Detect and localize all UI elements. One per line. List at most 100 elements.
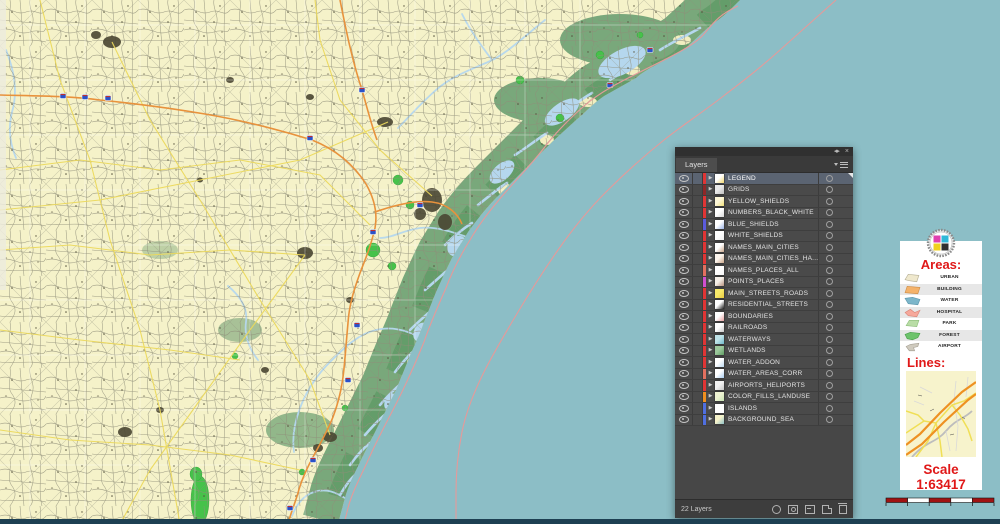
lock-column[interactable] (693, 219, 703, 230)
lock-column[interactable] (693, 230, 703, 241)
lock-column[interactable] (693, 184, 703, 195)
delete-layer-icon[interactable] (838, 503, 847, 514)
layer-row[interactable]: ▶ BOUNDARIES (675, 311, 853, 323)
target-column[interactable] (818, 184, 853, 195)
lock-column[interactable] (693, 288, 703, 299)
expand-triangle-icon[interactable]: ▶ (706, 196, 715, 207)
lock-column[interactable] (693, 322, 703, 333)
visibility-toggle[interactable] (675, 391, 693, 402)
close-panel-icon[interactable]: × (845, 148, 849, 155)
tab-layers[interactable]: Layers (676, 158, 717, 172)
lock-column[interactable] (693, 391, 703, 402)
panel-menu-icon[interactable] (834, 160, 848, 169)
visibility-toggle[interactable] (675, 322, 693, 333)
lock-column[interactable] (693, 357, 703, 368)
layer-row[interactable]: ▶ YELLOW_SHIELDS (675, 196, 853, 208)
expand-triangle-icon[interactable]: ▶ (706, 276, 715, 287)
target-column[interactable] (818, 322, 853, 333)
expand-triangle-icon[interactable]: ▶ (706, 345, 715, 356)
lock-column[interactable] (693, 403, 703, 414)
target-column[interactable] (818, 219, 853, 230)
lock-column[interactable] (693, 334, 703, 345)
target-column[interactable] (818, 242, 853, 253)
expand-triangle-icon[interactable]: ▶ (706, 184, 715, 195)
expand-triangle-icon[interactable]: ▶ (706, 414, 715, 425)
visibility-toggle[interactable] (675, 207, 693, 218)
visibility-toggle[interactable] (675, 380, 693, 391)
target-column[interactable] (818, 345, 853, 356)
visibility-toggle[interactable] (675, 230, 693, 241)
visibility-toggle[interactable] (675, 276, 693, 287)
expand-triangle-icon[interactable]: ▶ (706, 403, 715, 414)
expand-triangle-icon[interactable]: ▶ (706, 311, 715, 322)
target-column[interactable] (818, 265, 853, 276)
layer-row[interactable]: ▶ COLOR_FILLS_LANDUSE (675, 391, 853, 403)
layer-row[interactable]: ▶ NAMES_PLACES_ALL (675, 265, 853, 277)
layer-row[interactable]: ▶ WHITE_SHIELDS (675, 230, 853, 242)
target-column[interactable] (818, 368, 853, 379)
expand-triangle-icon[interactable]: ▶ (706, 368, 715, 379)
lock-column[interactable] (693, 345, 703, 356)
lock-column[interactable] (693, 207, 703, 218)
lock-column[interactable] (693, 242, 703, 253)
target-column[interactable] (818, 230, 853, 241)
visibility-toggle[interactable] (675, 311, 693, 322)
lock-column[interactable] (693, 173, 703, 184)
target-column[interactable] (818, 414, 853, 425)
lock-column[interactable] (693, 311, 703, 322)
expand-triangle-icon[interactable]: ▶ (706, 299, 715, 310)
target-column[interactable] (818, 299, 853, 310)
layer-row[interactable]: ▶ ISLANDS (675, 403, 853, 415)
visibility-toggle[interactable] (675, 345, 693, 356)
target-column[interactable] (818, 391, 853, 402)
layer-row[interactable]: ▶ RAILROADS (675, 322, 853, 334)
new-sublayer-icon[interactable] (805, 504, 815, 514)
lock-column[interactable] (693, 414, 703, 425)
legend-panel[interactable]: Areas: URBAN BUILDING WATER HOSPITAL PARK FOR… (900, 228, 982, 492)
layer-row[interactable]: ▶ NAMES_MAIN_CITIES_HA... (675, 253, 853, 265)
lock-column[interactable] (693, 299, 703, 310)
expand-triangle-icon[interactable]: ▶ (706, 242, 715, 253)
lock-column[interactable] (693, 276, 703, 287)
collapse-panel-icon[interactable]: ◂▸ (834, 148, 840, 155)
expand-triangle-icon[interactable]: ▶ (706, 322, 715, 333)
visibility-toggle[interactable] (675, 253, 693, 264)
layer-row[interactable]: ▶ MAIN_STREETS_ROADS (675, 288, 853, 300)
new-layer-icon[interactable] (822, 504, 832, 514)
expand-triangle-icon[interactable]: ▶ (706, 207, 715, 218)
target-column[interactable] (818, 334, 853, 345)
layer-row[interactable]: ▶ NAMES_MAIN_CITIES (675, 242, 853, 254)
target-column[interactable] (818, 207, 853, 218)
layer-row[interactable]: ▶ BLUE_SHIELDS (675, 219, 853, 231)
visibility-toggle[interactable] (675, 288, 693, 299)
visibility-toggle[interactable] (675, 334, 693, 345)
layer-row[interactable]: ▶ GRIDS (675, 184, 853, 196)
layer-row[interactable]: ▶ BACKGROUND_SEA (675, 414, 853, 426)
target-column[interactable] (818, 357, 853, 368)
visibility-toggle[interactable] (675, 403, 693, 414)
layer-row[interactable]: ▶ RESIDENTIAL_STREETS (675, 299, 853, 311)
target-column[interactable] (818, 196, 853, 207)
layer-row[interactable]: ▶ AIRPORTS_HELIPORTS (675, 380, 853, 392)
visibility-toggle[interactable] (675, 357, 693, 368)
expand-triangle-icon[interactable]: ▶ (706, 357, 715, 368)
layer-row[interactable]: ▶ POINTS_PLACES (675, 276, 853, 288)
target-column[interactable] (818, 276, 853, 287)
expand-triangle-icon[interactable]: ▶ (706, 173, 715, 184)
visibility-toggle[interactable] (675, 368, 693, 379)
visibility-toggle[interactable] (675, 265, 693, 276)
visibility-toggle[interactable] (675, 184, 693, 195)
visibility-toggle[interactable] (675, 219, 693, 230)
expand-triangle-icon[interactable]: ▶ (706, 265, 715, 276)
expand-triangle-icon[interactable]: ▶ (706, 253, 715, 264)
expand-triangle-icon[interactable]: ▶ (706, 380, 715, 391)
target-column[interactable] (818, 311, 853, 322)
lock-column[interactable] (693, 196, 703, 207)
target-column[interactable] (818, 253, 853, 264)
visibility-toggle[interactable] (675, 173, 693, 184)
lock-column[interactable] (693, 368, 703, 379)
layer-row[interactable]: ▶ WATER_ADDON (675, 357, 853, 369)
visibility-toggle[interactable] (675, 242, 693, 253)
expand-triangle-icon[interactable]: ▶ (706, 391, 715, 402)
visibility-toggle[interactable] (675, 414, 693, 425)
